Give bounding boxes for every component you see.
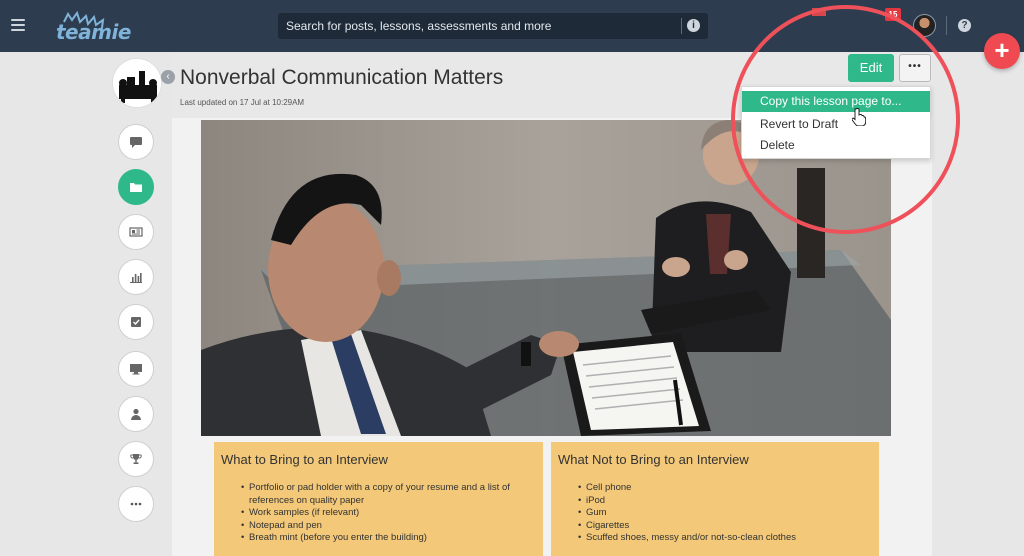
page-title: Nonverbal Communication Matters <box>180 66 504 89</box>
list-item: Scuffed shoes, messy and/or not-so-clean… <box>578 532 873 545</box>
menu-item-copy-lesson[interactable]: Copy this lesson page to... <box>742 91 930 112</box>
hand-pointer-icon <box>852 108 866 126</box>
sidebar-chat-button[interactable] <box>118 124 154 160</box>
checkbox-icon <box>131 317 141 327</box>
sidebar-folder-button[interactable] <box>118 169 154 205</box>
sidebar-tasks-button[interactable] <box>118 304 154 340</box>
menu-item-revert-to-draft[interactable]: Revert to Draft <box>742 114 930 135</box>
list-item: Cigarettes <box>578 520 873 533</box>
list-item: Breath mint (before you enter the buildi… <box>241 532 541 545</box>
more-options-button[interactable]: ••• <box>899 54 931 82</box>
edit-button[interactable]: Edit <box>848 54 894 82</box>
list-item: Work samples (if relevant) <box>241 507 541 520</box>
menu-item-delete[interactable]: Delete <box>742 135 930 156</box>
interview-photo <box>201 120 891 436</box>
last-updated-text: Last updated on 17 Jul at 10:29AM <box>180 98 305 107</box>
panel-title: What Not to Bring to an Interview <box>558 452 749 467</box>
back-chevron-icon[interactable]: ‹ <box>161 70 175 84</box>
list-item: Portfolio or pad holder with a copy of y… <box>241 482 541 507</box>
chat-icon <box>130 137 142 148</box>
list-item: Notepad and pen <box>241 520 541 533</box>
monitor-icon <box>130 364 142 375</box>
trophy-icon <box>130 454 142 464</box>
search-divider <box>681 18 682 34</box>
list-item: Cell phone <box>578 482 873 495</box>
teamie-logo[interactable]: teamie <box>56 20 131 44</box>
help-icon[interactable]: ? <box>958 19 971 32</box>
lesson-hero-image <box>201 120 891 436</box>
user-icon <box>131 408 141 420</box>
topbar-divider <box>946 16 947 35</box>
top-navigation-bar: teamie Search for posts, lessons, assess… <box>0 0 1024 52</box>
course-thumbnail-image <box>113 59 161 107</box>
not-bring-list: Cell phone iPod Gum Cigarettes Scuffed s… <box>578 482 873 545</box>
notification-badge[interactable]: 15 <box>885 8 901 21</box>
menu-icon[interactable] <box>11 19 25 31</box>
sidebar-leaderboard-button[interactable] <box>118 441 154 477</box>
sidebar-members-button[interactable] <box>118 396 154 432</box>
folder-icon <box>130 183 142 192</box>
alert-flag-icon <box>812 8 826 16</box>
info-icon[interactable]: i <box>687 19 700 32</box>
sidebar-classroom-button[interactable] <box>118 351 154 387</box>
newspaper-icon <box>129 227 143 237</box>
what-not-to-bring-panel: What Not to Bring to an Interview Cell p… <box>551 442 879 556</box>
create-new-button[interactable]: + <box>984 33 1020 69</box>
course-thumbnail[interactable] <box>112 58 162 108</box>
list-item: Gum <box>578 507 873 520</box>
bar-chart-icon <box>130 273 142 283</box>
search-box[interactable]: Search for posts, lessons, assessments a… <box>278 13 708 39</box>
more-icon <box>130 502 142 506</box>
what-to-bring-panel: What to Bring to an Interview Portfolio … <box>214 442 543 556</box>
search-input[interactable]: Search for posts, lessons, assessments a… <box>286 19 551 33</box>
bring-list: Portfolio or pad holder with a copy of y… <box>241 482 541 545</box>
user-avatar[interactable] <box>913 14 936 37</box>
panel-title: What to Bring to an Interview <box>221 452 388 467</box>
list-item: iPod <box>578 495 873 508</box>
sidebar-newspaper-button[interactable] <box>118 214 154 250</box>
sidebar-more-button[interactable] <box>118 486 154 522</box>
more-options-menu: Copy this lesson page to... Revert to Dr… <box>741 86 931 159</box>
sidebar-analytics-button[interactable] <box>118 259 154 295</box>
